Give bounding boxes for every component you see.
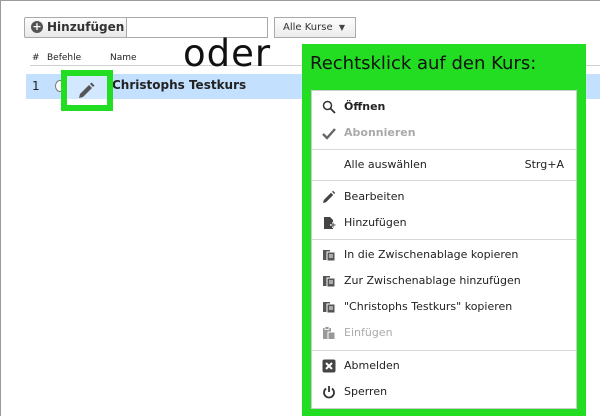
clipboard-icon bbox=[323, 250, 336, 262]
plus-circle-icon: + bbox=[31, 20, 43, 33]
search-icon bbox=[322, 100, 336, 114]
toolbar: + Hinzufügen bbox=[24, 16, 131, 38]
remove-square-icon bbox=[322, 359, 336, 373]
course-filter-value: Alle Kurse bbox=[283, 22, 333, 33]
add-button[interactable]: + Hinzufügen bbox=[24, 16, 131, 38]
col-header-name[interactable]: Name bbox=[110, 53, 137, 63]
clipboard-icon bbox=[323, 302, 336, 314]
add-button-label: Hinzufügen bbox=[47, 20, 125, 34]
menu-item-edit[interactable]: Bearbeiten bbox=[312, 184, 576, 210]
callout-title: Rechtsklick auf den Kurs: bbox=[310, 53, 537, 74]
menu-separator bbox=[312, 180, 576, 181]
edit-command-highlight bbox=[61, 70, 113, 111]
menu-item-add[interactable]: Hinzufügen bbox=[312, 210, 576, 236]
menu-separator bbox=[312, 149, 576, 150]
menu-item-select-all[interactable]: Alle auswählen Strg+A bbox=[312, 152, 576, 178]
menu-item-unsubscribe[interactable]: Abmelden bbox=[312, 353, 576, 379]
chevron-down-icon: ▼ bbox=[338, 23, 345, 32]
menu-item-copy-course[interactable]: "Christophs Testkurs" kopieren bbox=[312, 294, 576, 320]
col-header-commands[interactable]: Befehle bbox=[47, 53, 81, 63]
pencil-icon[interactable] bbox=[76, 81, 96, 101]
menu-item-add-to-clipboard[interactable]: Zur Zwischenablage hinzufügen bbox=[312, 268, 576, 294]
menu-item-open[interactable]: Öffnen bbox=[312, 94, 576, 120]
or-label: oder bbox=[183, 32, 272, 75]
menu-separator bbox=[312, 239, 576, 240]
menu-item-copy-to-clipboard[interactable]: In die Zwischenablage kopieren bbox=[312, 242, 576, 268]
row-number: 1 bbox=[32, 79, 40, 93]
menu-item-subscribe[interactable]: Abonnieren bbox=[312, 120, 576, 146]
paste-icon bbox=[323, 326, 336, 340]
col-header-num[interactable]: # bbox=[32, 53, 40, 63]
check-icon bbox=[322, 128, 336, 140]
menu-separator bbox=[312, 350, 576, 351]
menu-item-paste[interactable]: Einfügen bbox=[312, 320, 576, 346]
pencil-icon bbox=[323, 190, 336, 203]
course-filter-select[interactable]: Alle Kurse ▼ bbox=[274, 17, 356, 38]
shortcut-label: Strg+A bbox=[524, 158, 564, 171]
add-file-icon bbox=[324, 217, 336, 229]
clipboard-icon bbox=[323, 276, 336, 288]
menu-item-lock[interactable]: Sperren bbox=[312, 379, 576, 405]
power-icon bbox=[323, 386, 335, 399]
course-name[interactable]: Christophs Testkurs bbox=[112, 78, 246, 92]
context-menu: Öffnen Abonnieren Alle auswählen Strg+A … bbox=[311, 90, 577, 409]
